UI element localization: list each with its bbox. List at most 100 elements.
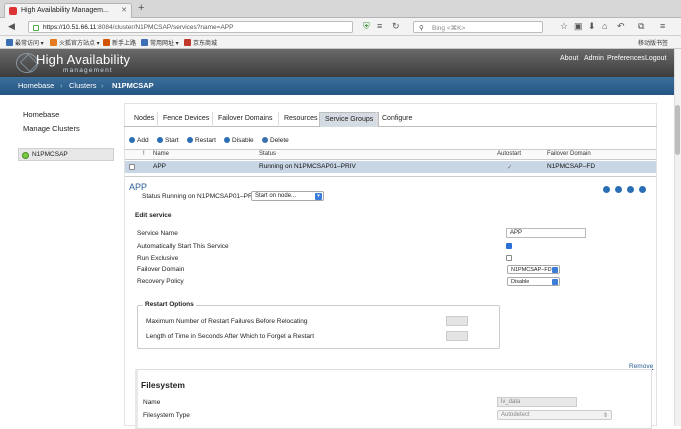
restart-icon[interactable] (615, 186, 622, 193)
row-checkbox[interactable] (129, 164, 135, 170)
bookmark-most-visited[interactable]: 最常访问 ▾ (6, 38, 44, 47)
about-link[interactable]: About (560, 55, 578, 62)
col-failover-domain[interactable]: Failover Domain (547, 151, 591, 157)
add-icon (129, 137, 135, 143)
star-icon[interactable]: ☆ (560, 21, 568, 32)
status-label: Status (142, 193, 161, 200)
start-button[interactable]: Start (157, 137, 179, 144)
bookmark-jd[interactable]: 京东商城 (184, 38, 217, 47)
chevron-updown-icon: ⇕ (602, 413, 608, 419)
restart-options-group (137, 305, 500, 349)
fs-name-label: Name (143, 399, 161, 406)
run-exclusive-label: Run Exclusive (137, 255, 179, 262)
fs-name-input[interactable]: lv_data (497, 397, 577, 407)
max-failures-input[interactable] (446, 316, 468, 326)
col-status[interactable]: Status (259, 151, 276, 157)
breadcrumb-current: N1PMCSAP (112, 81, 154, 90)
reader-icon[interactable]: ≡ (377, 21, 382, 31)
bookmark-label: 常用网址 ▾ (150, 41, 179, 47)
breadcrumb-homebase[interactable]: Homebase (18, 81, 54, 90)
delete-button[interactable]: Delete (262, 137, 289, 144)
edit-service-heading: Edit service (135, 212, 172, 219)
failover-domain-label: Failover Domain (137, 266, 185, 273)
breadcrumb-clusters[interactable]: Clusters (69, 81, 97, 90)
admin-link[interactable]: Admin (584, 55, 604, 62)
disable-label: Disable (232, 137, 254, 144)
url-host: https://10.51.66.11 (43, 24, 97, 31)
add-button[interactable]: Add (129, 137, 149, 144)
restart-button[interactable]: Restart (187, 137, 216, 144)
tab-nodes[interactable]: Nodes (129, 112, 159, 127)
bookmark-label: 最常访问 ▾ (15, 41, 44, 47)
failover-domain-select[interactable]: N1PMCSAP–FD (507, 265, 560, 274)
start-label: Start (165, 137, 179, 144)
autostart-checkbox[interactable] (506, 243, 512, 249)
forget-time-input[interactable] (446, 331, 468, 341)
row-name[interactable]: APP (153, 163, 166, 170)
tab-configure[interactable]: Configure (376, 112, 417, 127)
url-bar[interactable]: https://10.51.66.11:8084/cluster/N1PMCSA… (28, 21, 353, 33)
shield-icon[interactable]: ⛨ (363, 21, 370, 32)
stop-icon[interactable] (627, 186, 634, 193)
reload-icon[interactable]: ↻ (392, 21, 400, 32)
chevron-down-icon: ▾ (315, 193, 322, 200)
max-failures-label: Maximum Number of Restart Failures Befor… (146, 318, 308, 325)
preferences-link[interactable]: Preferences (607, 55, 645, 62)
start-on-node-select[interactable]: Start on node... ▾ (251, 191, 324, 201)
close-tab-icon[interactable]: ✕ (121, 6, 127, 14)
cluster-name: N1PMCSAP (32, 151, 68, 158)
folder-icon (141, 39, 148, 46)
clipboard-icon[interactable]: ▣ (574, 21, 583, 32)
row-autostart: ✓ (507, 164, 513, 171)
col-name[interactable]: Name (153, 151, 169, 157)
logout-link[interactable]: Logout (645, 55, 666, 62)
tab-failover-domains[interactable]: Failover Domains (212, 112, 277, 127)
browser-tab[interactable]: High Availability Managem... ✕ (4, 3, 132, 18)
add-label: Add (137, 137, 149, 144)
service-name-label: Service Name (137, 230, 178, 237)
chevron-down-icon (552, 279, 558, 285)
start-icon[interactable] (603, 186, 610, 193)
fs-type-select[interactable]: Autodetect ⇕ (497, 410, 612, 420)
scrollbar-thumb[interactable] (675, 105, 680, 155)
bookmark-getting-started[interactable]: 新手上路 (103, 38, 136, 47)
disable-button[interactable]: Disable (224, 137, 254, 144)
col-autostart[interactable]: Autostart (497, 151, 521, 157)
status-ok-icon (22, 152, 29, 159)
sidebar-item-cluster[interactable]: N1PMCSAP (18, 148, 114, 161)
search-bar[interactable]: ⚲ Bing <⌘K> (413, 21, 543, 33)
favicon-icon (9, 7, 17, 15)
url-path: :8084/cluster/N1PMCSAP/services?name=APP (96, 24, 234, 31)
filesystem-title: Filesystem (141, 380, 185, 390)
tab-resources[interactable]: Resources (278, 112, 322, 127)
service-title: APP (129, 182, 148, 192)
firefox-icon (103, 39, 110, 46)
download-icon[interactable]: ⬇ (588, 21, 596, 32)
bookmark-firefox-site[interactable]: 火狐官方站点 ▾ (50, 38, 100, 47)
menu-icon[interactable]: ≡ (660, 21, 665, 31)
back-icon[interactable]: ◀ (8, 21, 15, 32)
service-name-input[interactable]: APP (506, 228, 586, 238)
delete-icon[interactable] (639, 186, 646, 193)
tab-service-groups[interactable]: Service Groups (319, 112, 380, 127)
recovery-policy-select[interactable]: Disable (507, 277, 560, 286)
sidebar-item-homebase[interactable]: Homebase (23, 110, 59, 119)
restart-label: Restart (195, 137, 216, 144)
home-icon[interactable]: ⌂ (602, 21, 607, 31)
col-alert: ! (143, 151, 145, 157)
new-tab-button[interactable]: + (138, 2, 144, 14)
sidebar-item-manage-clusters[interactable]: Manage Clusters (23, 124, 80, 133)
select-value: Start on node... (255, 193, 297, 199)
undo-icon[interactable]: ↶ (617, 21, 625, 32)
jd-icon (184, 39, 191, 46)
bookmark-common-sites[interactable]: 常用网址 ▾ (141, 38, 179, 47)
bookmark-mobile[interactable]: 移动版书签 (638, 38, 668, 47)
app-subtitle: management (63, 67, 113, 74)
tab-fence-devices[interactable]: Fence Devices (157, 112, 214, 127)
autostart-label: Automatically Start This Service (137, 243, 229, 250)
folder-icon (50, 39, 57, 46)
extension-icon[interactable]: ⧉ (638, 21, 644, 32)
delete-icon (262, 137, 268, 143)
run-exclusive-checkbox[interactable] (506, 255, 512, 261)
select-value: Disable (511, 279, 530, 285)
